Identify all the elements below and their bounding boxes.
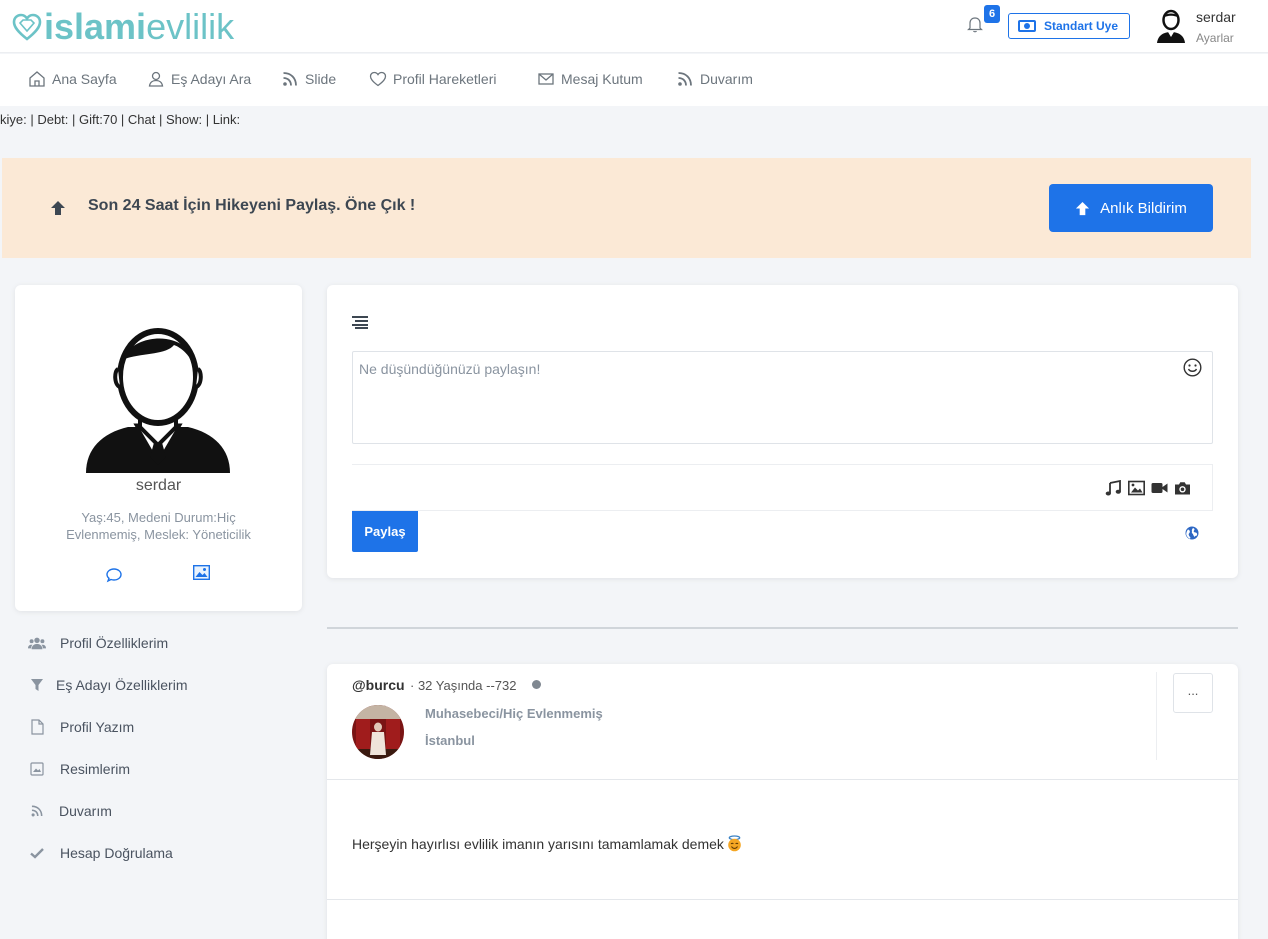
post-header-divider	[327, 779, 1238, 780]
profile-avatar[interactable]	[84, 311, 232, 473]
angel-smile-icon	[728, 835, 741, 852]
heart-icon	[369, 71, 387, 87]
feed-divider	[327, 627, 1238, 629]
online-status-dot	[532, 680, 541, 689]
profile-name: serdar	[135, 477, 182, 494]
logo-bold-text: islami	[44, 6, 147, 47]
nav-label: Eş Adayı Ara	[171, 71, 252, 87]
image-icon	[30, 762, 44, 776]
bell-icon[interactable]	[967, 15, 983, 33]
nav-label: Profil Hareketleri	[393, 71, 497, 87]
post-header-separator	[1156, 672, 1157, 760]
side-item-label: Resimlerim	[60, 761, 130, 777]
side-item-account-verification[interactable]: Hesap Doğrulama	[28, 845, 173, 861]
arrow-up-icon	[1076, 201, 1090, 215]
nav-item-home[interactable]: Ana Sayfa	[28, 70, 117, 88]
side-item-profile-features[interactable]: Profil Özelliklerim	[28, 635, 168, 651]
post-username[interactable]: @burcu	[352, 677, 405, 693]
side-item-label: Hesap Doğrulama	[60, 845, 173, 861]
post-content-divider	[327, 899, 1238, 900]
post-more-button[interactable]: ...	[1173, 673, 1213, 713]
chat-bubble-icon[interactable]	[106, 567, 122, 583]
post-job: Muhasebeci/Hiç Evlenmemiş	[425, 706, 603, 721]
nav-label: Duvarım	[700, 71, 753, 87]
logo-light-text: evlilik	[146, 6, 235, 47]
side-item-label: Eş Adayı Özelliklerim	[56, 677, 188, 693]
profile-info: Yaş:45, Medeni Durum:Hiç Evlenmemiş, Mes…	[66, 510, 251, 542]
music-icon[interactable]	[1105, 480, 1122, 496]
rss-icon	[678, 72, 692, 86]
post-composer: Paylaş	[327, 285, 1238, 578]
align-icon[interactable]	[352, 315, 368, 329]
button-label: Anlık Bildirim	[1100, 199, 1187, 217]
top-header: islami evlilik 6 Standart Uye serdar Aya…	[0, 0, 1268, 53]
nav-label: Mesaj Kutum	[561, 71, 643, 87]
video-icon[interactable]	[1151, 480, 1168, 496]
profile-card: serdar Yaş:45, Medeni Durum:Hiç Evlenmem…	[15, 285, 302, 611]
home-icon	[29, 71, 45, 87]
membership-label: Standart Uye	[1044, 19, 1119, 33]
post-input[interactable]	[352, 351, 1213, 444]
share-button[interactable]: Paylaş	[352, 511, 418, 552]
site-logo[interactable]: islami evlilik	[12, 4, 234, 50]
user-avatar-icon[interactable]	[1156, 7, 1186, 45]
nav-item-slide[interactable]: Slide	[281, 70, 336, 88]
filter-icon	[31, 679, 43, 691]
nav-label: Slide	[305, 71, 337, 87]
side-item-photos[interactable]: Resimlerim	[28, 761, 130, 777]
post-text: Herşeyin hayırlısı evlilik imanın yarısı…	[352, 835, 724, 852]
nav-item-inbox[interactable]: Mesaj Kutum	[537, 70, 643, 88]
post-content: Herşeyin hayırlısı evlilik imanın yarısı…	[352, 835, 743, 852]
side-item-label: Profil Özelliklerim	[60, 635, 169, 651]
user-icon	[148, 71, 164, 87]
post-city: İstanbul	[425, 733, 475, 748]
check-icon	[30, 848, 44, 859]
image-icon[interactable]	[193, 565, 210, 580]
arrow-up-icon	[51, 201, 65, 215]
settings-link[interactable]: Ayarlar	[1196, 31, 1234, 45]
nav-item-wall[interactable]: Duvarım	[676, 70, 753, 88]
globe-icon[interactable]	[1185, 526, 1199, 540]
side-item-wall[interactable]: Duvarım	[28, 803, 112, 819]
rss-icon	[31, 805, 43, 817]
instant-notification-button[interactable]: Anlık Bildirim	[1049, 184, 1213, 232]
post-author-avatar[interactable]	[352, 705, 404, 759]
feed-post: @burcu · 32 Yaşında --732 Muhasebeci/Hiç…	[327, 664, 1238, 939]
nav-item-profile-activity[interactable]: Profil Hareketleri	[369, 70, 496, 88]
membership-button[interactable]: Standart Uye	[1008, 13, 1130, 39]
side-item-partner-features[interactable]: Eş Adayı Özelliklerim	[28, 677, 187, 693]
camera-icon[interactable]	[1174, 480, 1191, 496]
file-icon	[30, 719, 44, 735]
main-nav: Ana Sayfa Eş Adayı Ara Slide Profil Hare…	[0, 54, 1268, 106]
smile-icon[interactable]	[1183, 358, 1202, 377]
side-item-profile-text[interactable]: Profil Yazım	[28, 719, 134, 735]
image-icon[interactable]	[1128, 480, 1145, 496]
post-age-line: · 32 Yaşında --732	[410, 678, 517, 693]
side-item-label: Duvarım	[59, 803, 112, 819]
banner-text: Son 24 Saat İçin Hikeyeni Paylaş. Öne Çı…	[88, 197, 416, 214]
nav-label: Ana Sayfa	[52, 71, 117, 87]
users-icon	[28, 637, 46, 650]
heart-logo-icon	[12, 13, 42, 41]
user-name[interactable]: serdar	[1196, 9, 1236, 25]
rss-icon	[283, 72, 297, 86]
composer-toolbar	[352, 464, 1213, 511]
nav-item-search[interactable]: Eş Adayı Ara	[147, 70, 251, 88]
side-item-label: Profil Yazım	[60, 719, 135, 735]
money-icon	[1018, 20, 1036, 32]
notification-count-badge[interactable]: 6	[984, 5, 1000, 23]
debug-info-line: kiye: | Debt: | Gift:70 | Chat | Show: |…	[0, 112, 241, 127]
envelope-icon	[538, 73, 554, 85]
